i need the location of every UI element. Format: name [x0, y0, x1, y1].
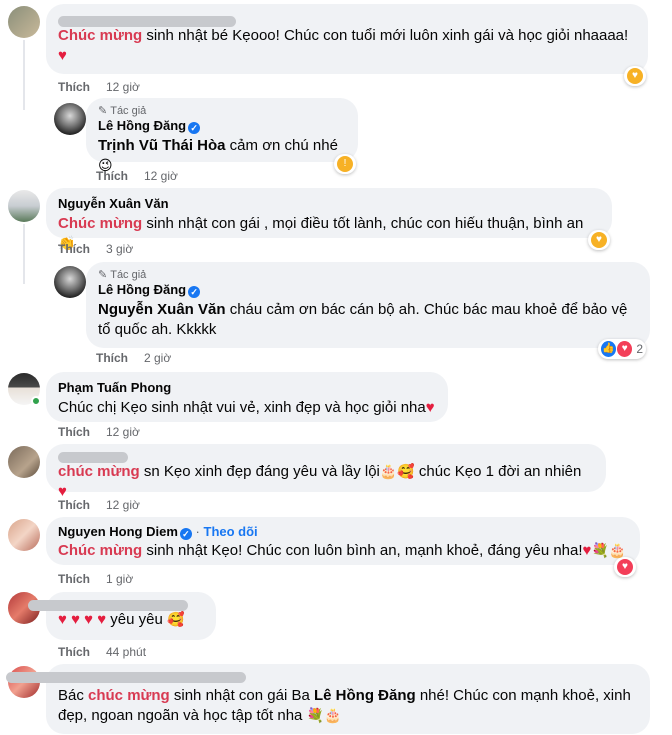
comment-bubble: Chúc mừng sinh nhật bé Kẹooo! Chúc con t… [46, 4, 648, 74]
reaction-count: 2 [636, 342, 643, 356]
reaction-badge[interactable]: ♥ [614, 557, 636, 577]
smiling-hearts-emoji: 🥰 [167, 612, 185, 628]
mention-link[interactable]: Nguyễn Xuân Văn [98, 301, 226, 318]
comment-bubble: Phạm Tuấn Phong Chúc chị Kẹo sinh nhật v… [46, 372, 448, 422]
blurred-name [6, 672, 246, 683]
avatar[interactable] [8, 519, 40, 551]
avatar[interactable] [54, 266, 86, 298]
author-tag: ✎ Tác giả [98, 105, 147, 117]
comment-text: chúc mừng sn Kẹo xinh đẹp đáng yêu và lầ… [58, 463, 582, 500]
timestamp[interactable]: 12 giờ [144, 169, 178, 183]
love-reaction-icon: ♥ [617, 559, 633, 575]
follow-button[interactable]: Theo dõi [204, 524, 258, 539]
like-button[interactable]: Thích [58, 425, 90, 439]
commenter-name[interactable]: Nguyen Hong Diem ✓ · Theo dõi [58, 524, 628, 540]
comment-text: ♥ ♥ ♥ ♥ yêu yêu 🥰 [58, 611, 185, 628]
mention-link[interactable]: Lê Hồng Đăng [314, 687, 416, 704]
smiling-hearts-emoji: 🥰 [397, 464, 415, 480]
heart-emoji: ♥ [58, 47, 67, 64]
reaction-badge[interactable]: ♥ [624, 66, 646, 86]
comment-text: Bác chúc mừng sinh nhật con gái Ba Lê Hồ… [58, 687, 631, 724]
like-button[interactable]: Thích [58, 80, 90, 94]
verified-icon: ✓ [179, 528, 192, 540]
heart-emoji: ♥ [425, 399, 435, 416]
mic-icon: ✎ [98, 105, 108, 117]
mention-link[interactable]: Trịnh Vũ Thái Hòa [98, 137, 226, 154]
like-button[interactable]: Thích [58, 645, 90, 659]
commenter-name[interactable]: Nguyễn Xuân Văn [58, 196, 600, 212]
love-reaction-icon: ♥ [617, 341, 633, 357]
comment-text: Chúc mừng sinh nhật con gái , mọi điều t… [58, 215, 584, 252]
timestamp[interactable]: 12 giờ [106, 80, 140, 94]
reaction-badge[interactable]: ! [334, 154, 356, 174]
comment-text: Chúc mừng sinh nhật bé Kẹooo! Chúc con t… [58, 27, 629, 64]
like-button[interactable]: Thích [58, 572, 90, 586]
online-status-dot [31, 396, 41, 406]
verified-icon: ✓ [188, 122, 201, 134]
mic-icon: ✎ [98, 269, 108, 281]
care-reaction-icon: ♥ [627, 68, 643, 84]
comment-bubble: Bác chúc mừng sinh nhật con gái Ba Lê Hồ… [6, 664, 650, 734]
comment-text: Chúc mừng sinh nhật Kẹo! Chúc con luôn b… [58, 542, 627, 559]
comment-meta: Thích 1 giờ [58, 572, 133, 586]
cake-emoji: 🎂 [379, 464, 398, 480]
timestamp[interactable]: 1 giờ [106, 572, 133, 586]
reaction-badge[interactable]: ♥ [588, 230, 610, 250]
timestamp[interactable]: 2 giờ [144, 351, 171, 365]
care-reaction-icon: ♥ [591, 232, 607, 248]
like-button[interactable]: Thích [96, 351, 128, 365]
comment-bubble: ✎ Tác giả Lê Hồng Đăng ✓ Trịnh Vũ Thái Hòa… [86, 98, 358, 174]
commenter-name[interactable]: Lê Hồng Đăng ✓ [98, 118, 346, 134]
timestamp[interactable]: 12 giờ [106, 425, 140, 439]
comment-meta: Thích 12 giờ [96, 169, 178, 183]
like-reaction-icon: 👍 [601, 341, 617, 357]
comment-bubble: ♥ ♥ ♥ ♥ yêu yêu 🥰 [28, 592, 216, 640]
avatar[interactable] [54, 103, 86, 135]
hearts-emoji: ♥ ♥ ♥ ♥ [58, 611, 107, 628]
comment-meta: Thích 2 giờ [96, 351, 171, 365]
thread-line [23, 40, 25, 110]
comment-meta: Thích 44 phút [58, 645, 146, 659]
comment-bubble: Nguyen Hong Diem ✓ · Theo dõi Chúc mừng s… [46, 517, 640, 565]
timestamp[interactable]: 44 phút [106, 645, 146, 659]
avatar[interactable] [8, 446, 40, 478]
like-button[interactable]: Thích [58, 242, 90, 256]
comment-meta: Thích 12 giờ [58, 80, 140, 94]
comment-meta: Thích 12 giờ [58, 498, 140, 512]
comment-text: Nguyễn Xuân Văn cháu cảm ơn bác cán bộ a… [98, 301, 628, 338]
avatar[interactable] [8, 6, 40, 38]
thread-line [23, 224, 25, 284]
wow-reaction-icon: ! [337, 156, 353, 172]
comment-text: Chúc chị Kẹo sinh nhật vui vẻ, xinh đẹp … [58, 399, 435, 416]
commenter-name[interactable]: Lê Hồng Đăng ✓ [98, 282, 638, 298]
comment-meta: Thích 3 giờ [58, 242, 133, 256]
bouquet-emoji: 💐 [306, 708, 324, 724]
author-tag: ✎ Tác giả [98, 269, 147, 281]
comment-bubble: Nguyễn Xuân Văn Chúc mừng sinh nhật con … [46, 188, 612, 252]
like-button[interactable]: Thích [58, 498, 90, 512]
cake-emoji: 🎂 [323, 708, 342, 724]
comment-bubble: chúc mừng sn Kẹo xinh đẹp đáng yêu và lầ… [46, 444, 606, 500]
bouquet-emoji: 💐 [591, 543, 609, 559]
verified-icon: ✓ [188, 286, 201, 298]
comment-bubble: ✎ Tác giả Lê Hồng Đăng ✓ Nguyễn Xuân Văn c… [86, 262, 650, 348]
timestamp[interactable]: 3 giờ [106, 242, 133, 256]
reaction-badge[interactable]: 👍 ♥ 2 [598, 339, 646, 359]
comment-meta: Thích 12 giờ [58, 425, 140, 439]
commenter-name[interactable]: Phạm Tuấn Phong [58, 380, 436, 396]
timestamp[interactable]: 12 giờ [106, 498, 140, 512]
like-button[interactable]: Thích [96, 169, 128, 183]
avatar[interactable] [8, 190, 40, 222]
